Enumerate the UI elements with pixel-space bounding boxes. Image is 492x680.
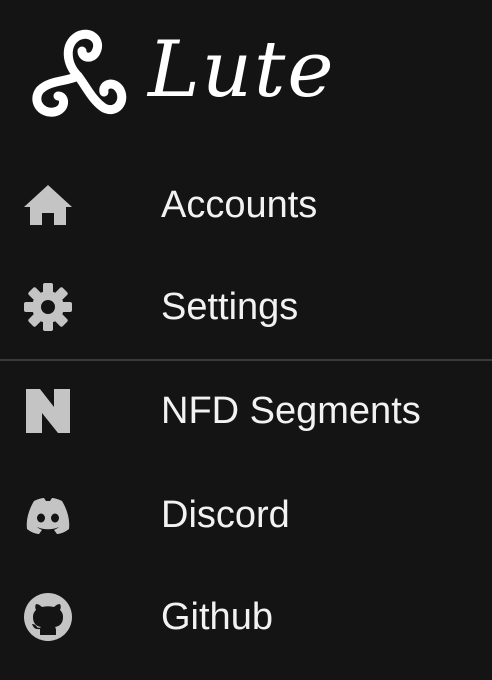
triskele-icon bbox=[32, 29, 127, 117]
app-name: Lute bbox=[148, 25, 336, 115]
menu-item-nfd-segments[interactable]: NFD Segments bbox=[0, 376, 492, 446]
nfd-segments-icon bbox=[22, 385, 74, 437]
navigation-panel: Lute Accounts Settings NFD Segments Disc… bbox=[0, 0, 492, 680]
gear-icon bbox=[22, 281, 74, 333]
menu-item-label: Accounts bbox=[161, 184, 318, 226]
menu-item-label: Settings bbox=[161, 286, 299, 328]
menu-item-accounts[interactable]: Accounts bbox=[0, 170, 492, 240]
menu-divider bbox=[0, 359, 492, 361]
home-icon bbox=[22, 179, 74, 231]
menu-item-label: NFD Segments bbox=[161, 390, 421, 432]
discord-icon bbox=[22, 489, 74, 541]
app-logo[interactable]: Lute bbox=[26, 22, 336, 122]
menu-item-settings[interactable]: Settings bbox=[0, 272, 492, 342]
menu-item-label: Discord bbox=[161, 494, 290, 536]
github-icon bbox=[22, 591, 74, 643]
menu-item-label: Github bbox=[161, 596, 273, 638]
menu-item-discord[interactable]: Discord bbox=[0, 480, 492, 550]
menu-item-github[interactable]: Github bbox=[0, 582, 492, 652]
